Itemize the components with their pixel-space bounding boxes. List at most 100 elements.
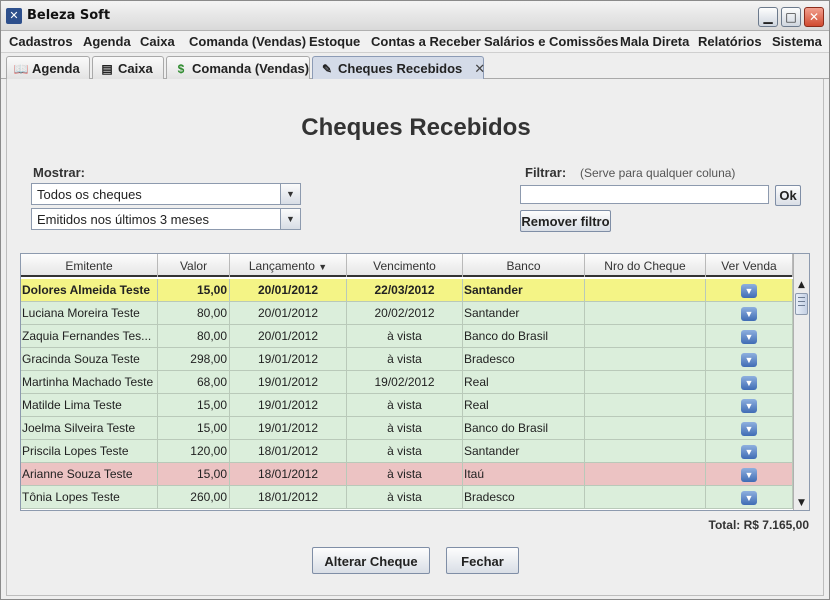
cell-vencimento: 20/02/2012 [347,302,463,324]
cell-ver-venda: ▼ [706,417,793,439]
title-bar: ✕ Beleza Soft ▁ □ ✕ [1,1,829,31]
remove-filter-button[interactable]: Remover filtro [520,210,611,232]
cell-emitente: Arianne Souza Teste [21,463,158,485]
table-row[interactable]: Luciana Moreira Teste80,0020/01/201220/0… [21,302,793,325]
sort-desc-icon: ▼ [318,262,327,272]
cell-emitente: Joelma Silveira Teste [21,417,158,439]
show-filter-value: Todos os cheques [37,187,142,202]
ver-venda-button[interactable]: ▼ [741,307,757,321]
cell-ver-venda: ▼ [706,463,793,485]
tab-bar: 📖Agenda ▤Caixa $Comanda (Vendas) ✎Cheque… [1,53,829,79]
app-logo-icon: ✕ [6,8,22,24]
dollar-icon: $ [173,62,189,76]
chevron-down-icon[interactable]: ▼ [280,184,300,204]
period-select[interactable]: Emitidos nos últimos 3 meses ▼ [31,208,301,230]
scroll-up-icon[interactable]: ▲ [794,278,809,292]
cell-banco: Real [463,371,585,393]
table-row[interactable]: Joelma Silveira Teste15,0019/01/2012à vi… [21,417,793,440]
col-nro-cheque[interactable]: Nro do Cheque [585,254,706,277]
menu-sistema[interactable]: Sistema [772,34,822,49]
tab-comanda[interactable]: $Comanda (Vendas) [166,56,310,79]
table-row[interactable]: Dolores Almeida Teste15,0020/01/201222/0… [21,279,793,302]
fechar-button[interactable]: Fechar [446,547,519,574]
col-valor[interactable]: Valor [158,254,230,277]
table-row[interactable]: Priscila Lopes Teste120,0018/01/2012à vi… [21,440,793,463]
app-window: ✕ Beleza Soft ▁ □ ✕ Cadastros Agenda Cai… [0,0,830,600]
cell-lancamento: 20/01/2012 [230,302,347,324]
cell-nro-cheque [585,417,706,439]
cash-register-icon: ▤ [99,62,115,76]
total-label: Total: R$ 7.165,00 [709,518,810,532]
minimize-button[interactable]: ▁ [758,7,778,27]
cell-emitente: Tônia Lopes Teste [21,486,158,508]
tab-caixa[interactable]: ▤Caixa [92,56,164,79]
close-window-button[interactable]: ✕ [804,7,824,27]
scroll-down-icon[interactable]: ▼ [794,496,809,510]
ok-button[interactable]: Ok [775,185,801,206]
menu-mala-direta[interactable]: Mala Direta [620,34,689,49]
cell-ver-venda: ▼ [706,348,793,370]
col-ver-venda[interactable]: Ver Venda [706,254,793,277]
cell-lancamento: 18/01/2012 [230,440,347,462]
menu-comanda[interactable]: Comanda (Vendas) [189,34,306,49]
menu-estoque[interactable]: Estoque [309,34,360,49]
cell-emitente: Luciana Moreira Teste [21,302,158,324]
vertical-scrollbar[interactable]: ▲ ▼ [793,254,809,510]
alterar-cheque-button[interactable]: Alterar Cheque [312,547,430,574]
menu-cadastros[interactable]: Cadastros [9,34,73,49]
table-row[interactable]: Tônia Lopes Teste260,0018/01/2012à vista… [21,486,793,509]
tab-label: Cheques Recebidos [338,61,462,76]
cell-lancamento: 20/01/2012 [230,325,347,347]
menu-agenda[interactable]: Agenda [83,34,131,49]
ver-venda-button[interactable]: ▼ [741,284,757,298]
col-emitente[interactable]: Emitente [21,254,158,277]
ver-venda-button[interactable]: ▼ [741,491,757,505]
menu-salarios-comissoes[interactable]: Salários e Comissões [484,34,618,49]
book-icon: 📖 [13,62,29,76]
cell-vencimento: à vista [347,463,463,485]
cell-lancamento: 19/01/2012 [230,394,347,416]
cell-lancamento: 19/01/2012 [230,348,347,370]
cell-nro-cheque [585,486,706,508]
chevron-down-icon[interactable]: ▼ [280,209,300,229]
ver-venda-button[interactable]: ▼ [741,445,757,459]
tab-cheques-recebidos[interactable]: ✎Cheques Recebidos✕ [312,56,484,80]
ver-venda-button[interactable]: ▼ [741,399,757,413]
col-lancamento[interactable]: Lançamento ▼ [230,254,347,277]
table-row[interactable]: Arianne Souza Teste15,0018/01/2012à vist… [21,463,793,486]
cell-vencimento: à vista [347,394,463,416]
close-tab-icon[interactable]: ✕ [474,61,485,76]
cell-ver-venda: ▼ [706,486,793,508]
table-row[interactable]: Martinha Machado Teste68,0019/01/201219/… [21,371,793,394]
tab-label: Agenda [32,61,80,76]
ver-venda-button[interactable]: ▼ [741,376,757,390]
show-filter-select[interactable]: Todos os cheques ▼ [31,183,301,205]
col-banco[interactable]: Banco [463,254,585,277]
cell-banco: Bradesco [463,486,585,508]
cell-valor: 15,00 [158,417,230,439]
cell-nro-cheque [585,394,706,416]
cell-banco: Banco do Brasil [463,325,585,347]
ver-venda-button[interactable]: ▼ [741,468,757,482]
col-lancamento-label: Lançamento [249,259,315,273]
menu-contas-a-receber[interactable]: Contas a Receber [371,34,481,49]
col-vencimento[interactable]: Vencimento [347,254,463,277]
table-row[interactable]: Zaquia Fernandes Tes...80,0020/01/2012à … [21,325,793,348]
scroll-thumb[interactable] [795,293,808,315]
menu-caixa[interactable]: Caixa [140,34,175,49]
ver-venda-button[interactable]: ▼ [741,330,757,344]
tab-agenda[interactable]: 📖Agenda [6,56,90,79]
cheques-table: Emitente Valor Lançamento ▼ Vencimento B… [20,253,810,511]
cell-nro-cheque [585,440,706,462]
cell-ver-venda: ▼ [706,394,793,416]
ver-venda-button[interactable]: ▼ [741,353,757,367]
ver-venda-button[interactable]: ▼ [741,422,757,436]
table-row[interactable]: Gracinda Souza Teste298,0019/01/2012à vi… [21,348,793,371]
cell-ver-venda: ▼ [706,302,793,324]
maximize-button[interactable]: □ [781,7,801,27]
menu-relatorios[interactable]: Relatórios [698,34,762,49]
cell-vencimento: à vista [347,348,463,370]
filter-input[interactable] [520,185,769,204]
table-row[interactable]: Matilde Lima Teste15,0019/01/2012à vista… [21,394,793,417]
cell-vencimento: 19/02/2012 [347,371,463,393]
